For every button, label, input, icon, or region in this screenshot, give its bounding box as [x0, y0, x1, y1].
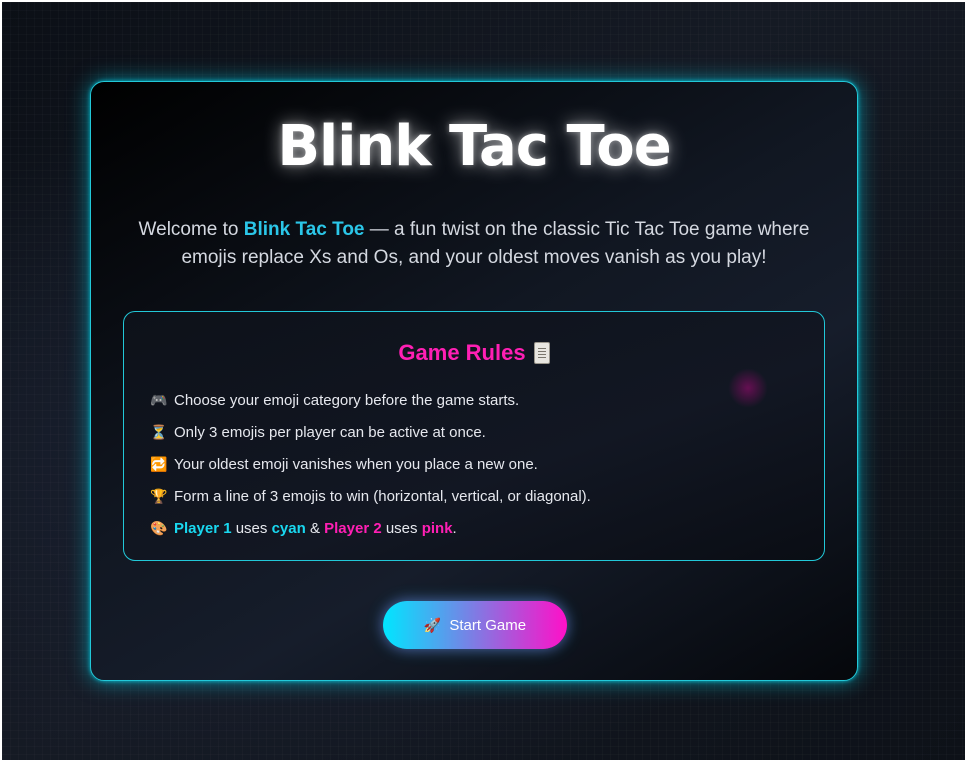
trophy-icon: 🏆	[150, 488, 168, 504]
rule-item-players: 🎨 Player 1 uses cyan & Player 2 uses pin…	[150, 512, 591, 544]
rule-text: Only 3 emojis per player can be active a…	[174, 423, 486, 441]
uses-text: uses	[231, 519, 272, 537]
period-text: .	[452, 519, 457, 537]
rule-item: ⏳ Only 3 emojis per player can be active…	[150, 416, 591, 448]
welcome-card: Blink Tac Toe Welcome to Blink Tac Toe —…	[90, 81, 858, 681]
player-2-color: pink	[421, 519, 453, 537]
hourglass-icon: ⏳	[150, 424, 168, 440]
rule-item: 🔁 Your oldest emoji vanishes when you pl…	[150, 448, 591, 480]
uses-text: uses	[381, 519, 422, 537]
player-1-color: cyan	[271, 519, 306, 537]
rocket-icon: 🚀	[423, 616, 442, 633]
rules-title-text: Game Rules	[398, 340, 526, 365]
start-game-button[interactable]: 🚀 Start Game	[383, 601, 567, 649]
rule-text: Form a line of 3 emojis to win (horizont…	[174, 487, 591, 505]
rule-text: Choose your emoji category before the ga…	[174, 391, 520, 409]
player-2-label: Player 2	[324, 519, 382, 537]
repeat-icon: 🔁	[150, 456, 168, 472]
player-1-label: Player 1	[174, 519, 232, 537]
intro-text: Welcome to Blink Tac Toe — a fun twist o…	[121, 216, 827, 272]
rule-item: 🏆 Form a line of 3 emojis to win (horizo…	[150, 480, 591, 512]
rules-panel: Game Rules 🎮 Choose your emoji category …	[123, 311, 825, 561]
rule-item: 🎮 Choose your emoji category before the …	[150, 384, 591, 416]
intro-game-name: Blink Tac Toe	[243, 219, 365, 240]
page-background: Blink Tac Toe Welcome to Blink Tac Toe —…	[2, 2, 965, 760]
game-title: Blink Tac Toe	[277, 114, 671, 179]
ampersand-text: &	[305, 519, 325, 537]
decorative-glow	[728, 368, 768, 408]
palette-icon: 🎨	[150, 520, 168, 536]
scroll-icon	[533, 342, 550, 364]
start-game-label: Start Game	[449, 616, 527, 634]
gamepad-icon: 🎮	[150, 392, 168, 408]
rule-text: Your oldest emoji vanishes when you plac…	[174, 455, 538, 473]
intro-prefix: Welcome to	[138, 219, 244, 240]
rules-list: 🎮 Choose your emoji category before the …	[150, 384, 591, 544]
rule-text: Player 1 uses cyan & Player 2 uses pink.	[174, 520, 457, 537]
rules-title: Game Rules	[124, 340, 824, 366]
